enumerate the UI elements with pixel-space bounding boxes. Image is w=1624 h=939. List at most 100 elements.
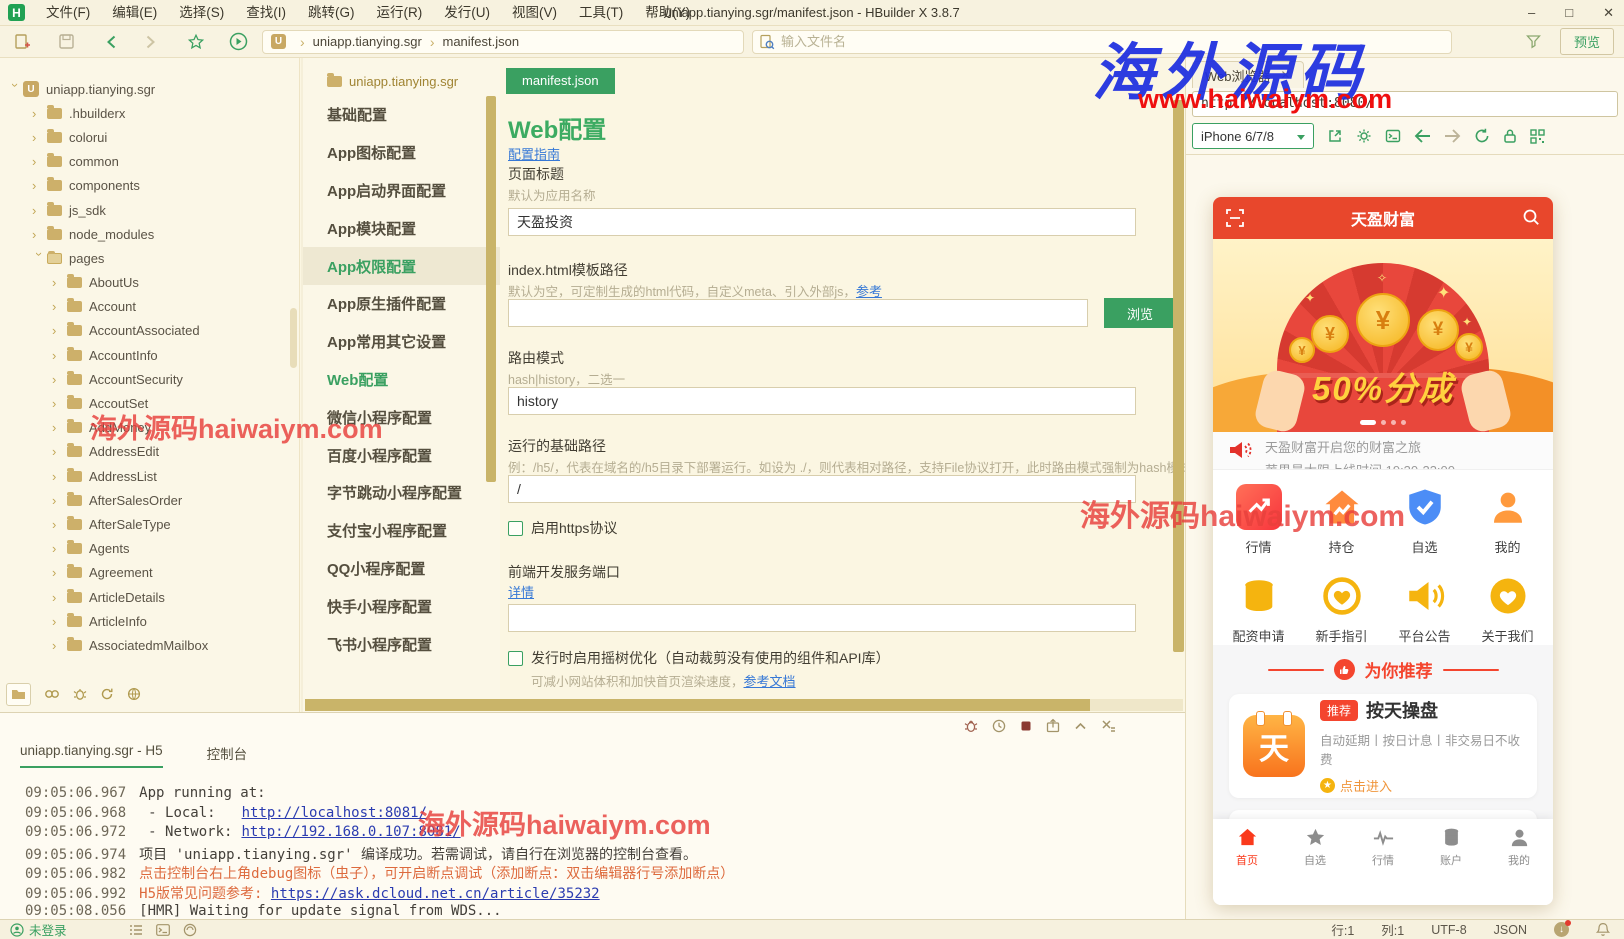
chevron-right-icon[interactable]: › [52,590,67,605]
tree-item[interactable]: › .hbuilderx [0,101,299,125]
maximize-button[interactable]: □ [1565,0,1573,26]
tree-item[interactable]: › AboutUs [0,271,299,295]
preview-button[interactable]: 预览 [1559,28,1614,55]
chevron-right-icon[interactable]: › [52,469,67,484]
nav-item-baidu[interactable]: 百度小程序配置 [303,436,500,474]
tree-item[interactable]: › AfterSaleType [0,512,299,536]
checkbox-unchecked-icon[interactable] [508,520,523,536]
grid-item-about[interactable]: 关于我们 [1466,573,1549,646]
nav-item-kuaishou[interactable]: 快手小程序配置 [303,587,500,625]
nav-item-feishu[interactable]: 飞书小程序配置 [303,625,500,663]
cursor-line[interactable]: 行:1 [1331,920,1354,939]
card-enter-link[interactable]: ★ 点击进入 [1320,776,1523,795]
chevron-right-icon[interactable]: › [32,227,47,242]
chevron-down-icon[interactable]: › [8,83,23,98]
tree-item[interactable]: › Account [0,295,299,319]
save-icon[interactable] [56,32,76,52]
tree-item[interactable]: › ArticleInfo [0,609,299,633]
tree-item[interactable]: › Agreement [0,561,299,585]
tree-item[interactable]: › AccountAssociated [0,319,299,343]
chevron-right-icon[interactable]: › [52,420,67,435]
tree-item[interactable]: › ArticleDetails [0,585,299,609]
chevron-right-icon[interactable]: › [52,638,67,653]
tree-item[interactable]: › AccountSecurity [0,367,299,391]
grid-item-market[interactable]: 行情 [1217,484,1300,557]
nav-item-app-icon[interactable]: App图标配置 [303,134,500,172]
search-input[interactable] [781,34,1381,49]
back-icon[interactable] [102,32,122,52]
chevron-right-icon[interactable]: › [52,299,67,314]
settings-gear-icon[interactable] [1356,128,1372,144]
nav-item-weixin[interactable]: 微信小程序配置 [303,398,500,436]
grid-item-announcements[interactable]: 平台公告 [1383,573,1466,646]
tree-item[interactable]: › AddressList [0,464,299,488]
filter-funnel-icon[interactable] [1524,32,1544,52]
browse-button[interactable]: 浏览 [1104,298,1176,328]
chevron-right-icon[interactable]: › [52,493,67,508]
reference-link[interactable]: 参考 [856,284,882,299]
device-select[interactable]: iPhone 6/7/8 [1192,123,1314,149]
terminal-icon[interactable] [155,923,170,936]
cursor-col[interactable]: 列:1 [1381,920,1404,939]
nav-item-modules[interactable]: App模块配置 [303,209,500,247]
localhost-link[interactable]: http://localhost:8081/ [242,805,427,821]
router-mode-input[interactable] [508,387,1136,415]
network-link[interactable]: http://192.168.0.107:8081/ [241,824,460,840]
history-icon[interactable] [991,718,1007,734]
tree-item[interactable]: › AfterSalesOrder [0,488,299,512]
tree-item[interactable]: › components [0,174,299,198]
menu-view[interactable]: 视图(V) [501,0,568,26]
nav-item-app-other[interactable]: App常用其它设置 [303,323,500,361]
menu-select[interactable]: 选择(S) [168,0,235,26]
config-guide-link[interactable]: 配置指南 [508,144,560,163]
search-icon[interactable] [1522,208,1541,227]
menu-file[interactable]: 文件(F) [35,0,101,26]
chevron-right-icon[interactable]: › [52,517,67,532]
grid-item-mine[interactable]: 我的 [1466,484,1549,557]
carousel-dots[interactable] [1213,420,1553,425]
qr-code-icon[interactable] [1530,128,1545,144]
menu-find[interactable]: 查找(I) [235,0,297,26]
update-download-icon[interactable]: ↓ [1554,920,1571,937]
tree-item[interactable]: › colorui [0,125,299,149]
reference-doc-link[interactable]: 参考文档 [744,674,796,689]
horizontal-scrollbar[interactable] [305,699,1183,711]
treeshake-checkbox-row[interactable]: 发行时启用摇树优化（自动裁剪没有使用的组件和API库） [508,648,890,668]
menu-tools[interactable]: 工具(T) [568,0,634,26]
grid-item-guide[interactable]: 新手指引 [1300,573,1383,646]
faq-link[interactable]: https://ask.dcloud.net.cn/article/35232 [271,886,600,902]
menu-edit[interactable]: 编辑(E) [101,0,168,26]
grid-item-watchlist[interactable]: 自选 [1383,484,1466,557]
chevron-right-icon[interactable]: › [52,396,67,411]
nav-item-qq[interactable]: QQ小程序配置 [303,550,500,588]
tree-item[interactable]: › AssociatedmMailbox [0,633,299,657]
chevron-right-icon[interactable]: › [32,106,47,121]
scan-icon[interactable] [1225,208,1245,228]
tree-item[interactable]: › AddressEdit [0,440,299,464]
detail-link[interactable]: 详情 [508,582,534,601]
record-icon[interactable] [183,923,197,937]
explorer-view-icon[interactable] [6,682,31,706]
chevron-down-icon[interactable]: › [32,252,47,267]
tree-scrollbar[interactable] [290,308,297,368]
chevron-right-icon[interactable]: › [52,323,67,338]
nav-item-splash[interactable]: App启动界面配置 [303,172,500,210]
tree-item[interactable]: › AccoutSet [0,391,299,415]
https-checkbox-row[interactable]: 启用https协议 [508,518,617,538]
chevron-right-icon[interactable]: › [32,130,47,145]
stop-icon[interactable] [1019,719,1033,733]
url-bar[interactable]: http://localhost:8080/ [1192,91,1618,117]
globe-icon[interactable] [127,687,141,701]
bell-icon[interactable] [1596,922,1610,937]
config-nav-scrollbar[interactable] [486,96,496,482]
link-icon[interactable] [44,688,60,700]
menu-publish[interactable]: 发行(U) [433,0,501,26]
tree-item[interactable]: › common [0,150,299,174]
tab-market[interactable]: 行情 [1349,826,1417,905]
close-tab-icon[interactable]: ✕ [1281,68,1291,82]
chevron-right-icon[interactable]: › [52,275,67,290]
nav-item-permissions[interactable]: App权限配置 [303,247,500,285]
nav-item-web[interactable]: Web配置 [303,361,500,399]
forward-icon[interactable] [140,32,160,52]
nav-item-basic[interactable]: 基础配置 [303,96,500,134]
